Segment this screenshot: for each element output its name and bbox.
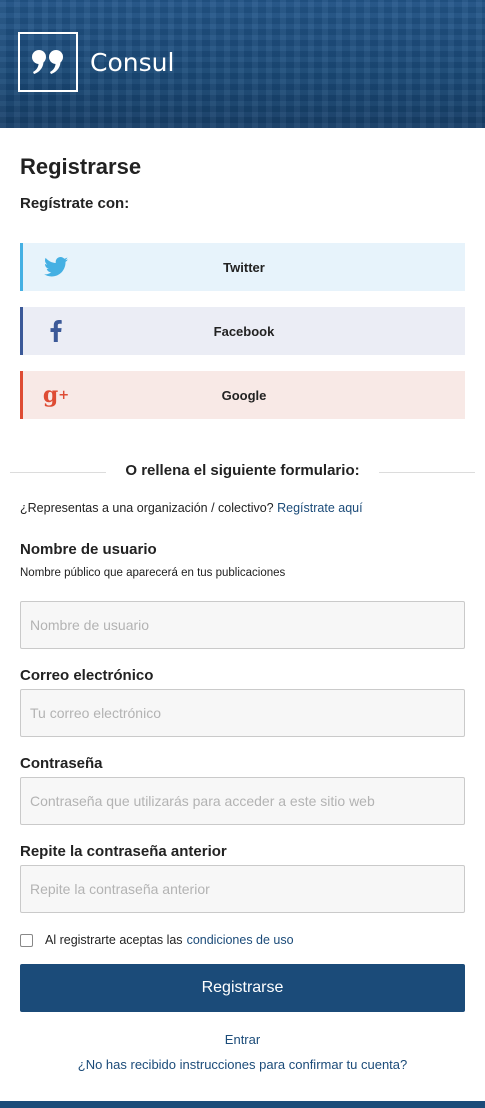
email-input[interactable] xyxy=(20,689,465,737)
email-label: Correo electrónico xyxy=(20,667,154,684)
terms-of-use-link[interactable]: condiciones de uso xyxy=(187,933,294,947)
twitter-label: Twitter xyxy=(223,259,265,275)
header-banner: Consul xyxy=(0,0,485,128)
password-confirm-input[interactable] xyxy=(20,865,465,913)
logo-link[interactable] xyxy=(18,32,78,92)
organization-text: ¿Representas a una organización / colect… xyxy=(20,501,274,515)
terms-row: Al registrarte aceptas las condiciones d… xyxy=(20,933,294,947)
organization-register-link[interactable]: Regístrate aquí xyxy=(277,501,362,515)
google-login-button[interactable]: g + Google xyxy=(20,371,465,419)
twitter-bird-icon xyxy=(43,255,69,279)
facebook-f-icon xyxy=(43,319,69,343)
password-confirm-label: Repite la contraseña anterior xyxy=(20,843,227,860)
divider-text: O rellena el siguiente formulario: xyxy=(125,462,360,479)
username-help-text: Nombre público que aparecerá en tus publ… xyxy=(20,567,286,579)
password-label: Contraseña xyxy=(20,755,103,772)
register-submit-button[interactable]: Registrarse xyxy=(20,964,465,1012)
password-input[interactable] xyxy=(20,777,465,825)
sign-in-link[interactable]: Entrar xyxy=(0,1032,485,1047)
google-plus-icon: g + xyxy=(42,382,70,408)
register-with-label: Regístrate con: xyxy=(20,195,130,212)
twitter-login-button[interactable]: Twitter xyxy=(20,243,465,291)
divider-line-right xyxy=(379,472,475,473)
username-label: Nombre de usuario xyxy=(20,541,157,558)
google-label: Google xyxy=(221,387,267,403)
quote-logo-icon xyxy=(32,50,63,74)
facebook-login-button[interactable]: Facebook xyxy=(20,307,465,355)
organization-prompt: ¿Representas a una organización / colect… xyxy=(20,501,363,515)
username-input[interactable] xyxy=(20,601,465,649)
page-title: Registrarse xyxy=(20,154,142,179)
form-divider: O rellena el siguiente formulario: xyxy=(10,458,475,486)
terms-text: Al registrarte aceptas las xyxy=(45,933,183,947)
logo-text[interactable]: Consul xyxy=(90,48,174,78)
terms-checkbox[interactable] xyxy=(20,933,33,947)
facebook-label: Facebook xyxy=(213,323,275,339)
footer-bar xyxy=(0,1101,485,1108)
resend-confirmation-link[interactable]: ¿No has recibido instrucciones para conf… xyxy=(0,1057,485,1072)
